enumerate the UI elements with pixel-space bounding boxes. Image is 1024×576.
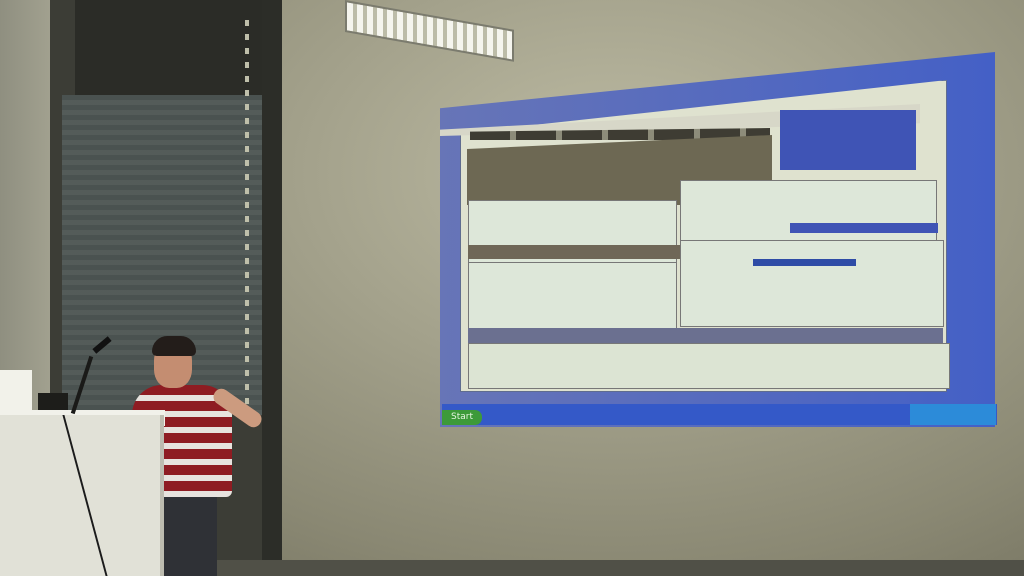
lecture-room-scene: Start (0, 0, 1024, 576)
presenter-legs (163, 490, 217, 576)
window-side-frame (262, 0, 282, 576)
window-frame-dots (245, 20, 249, 420)
projected-bottom-pane (468, 343, 950, 389)
projected-blue-box (780, 110, 916, 170)
ceiling-light (345, 0, 514, 62)
floor (210, 560, 1024, 576)
projected-progress-bar (753, 259, 856, 266)
projected-blue-strip (790, 223, 938, 233)
podium-box (0, 370, 32, 412)
window-top-pane (75, 0, 270, 95)
projected-panel-bottom-left (468, 262, 677, 336)
projected-start-button: Start (442, 410, 482, 425)
presenter-hair (152, 336, 196, 356)
projected-panel-bottom-right (680, 240, 944, 327)
projected-system-tray (910, 404, 996, 425)
projected-bottom-bar (468, 328, 943, 344)
